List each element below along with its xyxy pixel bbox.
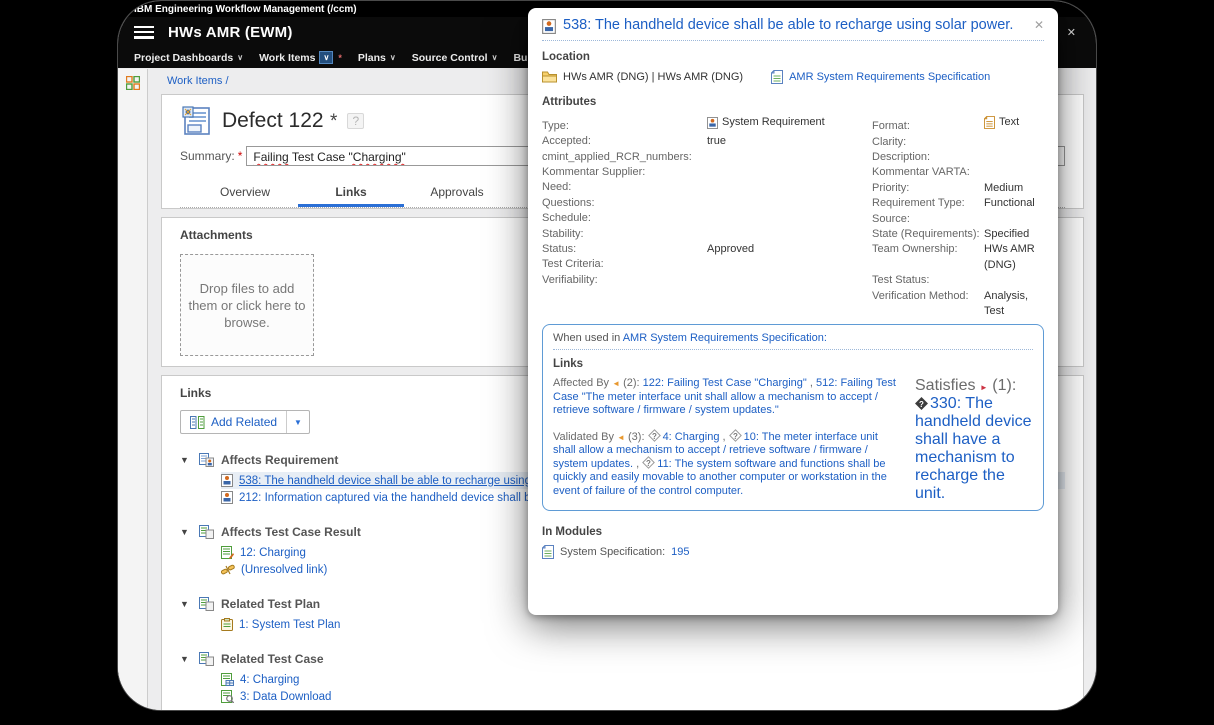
chevron-down-icon: ∨ — [237, 53, 243, 62]
in-modules-heading: In Modules — [542, 526, 1044, 538]
requirement-icon — [542, 19, 556, 34]
test-case-result-icon — [221, 546, 234, 559]
test-case-group-icon — [199, 652, 214, 666]
test-plan-group-icon — [199, 597, 214, 611]
attributes-grid: Type: System Requirement Accepted:true c… — [542, 115, 1044, 319]
broken-link-icon — [221, 564, 235, 576]
satisfies-links: Satisfies ► (1): ?330: The handheld devi… — [915, 377, 1033, 503]
collapse-twisty-icon[interactable]: ▼ — [180, 654, 192, 664]
popup-title-link[interactable]: 538: The handheld device shall be able t… — [563, 16, 1027, 35]
tab-overview[interactable]: Overview — [192, 179, 298, 207]
location-path: HWs AMR (DNG) | HWs AMR (DNG) — [563, 71, 743, 83]
popup-links-heading: Links — [553, 358, 1033, 370]
suspect-link-icon: ? — [642, 456, 655, 469]
attributes-heading: Attributes — [542, 96, 1044, 108]
workitem-title: Defect 122 — [222, 109, 324, 132]
document-icon — [542, 545, 554, 559]
defect-icon — [180, 105, 212, 137]
when-used-spec-link[interactable]: AMR System Requirements Specification: — [623, 332, 827, 344]
summary-label: Summary: — [180, 149, 235, 163]
module-count-link[interactable]: 195 — [671, 546, 689, 558]
menu-project-dashboards[interactable]: Project Dashboards ∨ — [134, 52, 243, 64]
collapse-twisty-icon[interactable]: ▼ — [180, 455, 192, 465]
project-title: HWs AMR (EWM) — [168, 24, 293, 41]
close-icon[interactable]: ✕ — [1034, 18, 1044, 32]
requirement-icon — [221, 491, 233, 504]
chevron-down-icon: ∨ — [492, 53, 498, 62]
test-case-search-icon — [221, 690, 234, 703]
apps-grid-icon[interactable] — [126, 76, 140, 90]
group-label: Related Test Case — [221, 652, 324, 666]
group-label: Affects Test Case Result — [221, 525, 361, 539]
collapse-twisty-icon[interactable]: ▼ — [180, 527, 192, 537]
menu-plans[interactable]: Plans ∨ — [358, 52, 396, 64]
window-close-icon[interactable]: ✕ — [1067, 26, 1076, 39]
satisfies-link-1[interactable]: 330: The handheld device shall have a me… — [915, 395, 1032, 502]
location-spec-link[interactable]: AMR System Requirements Specification — [789, 71, 990, 83]
module-name: System Specification: — [560, 546, 665, 558]
affects-requirement-group-icon — [199, 453, 214, 467]
add-related-button[interactable]: Add Related ▼ — [180, 410, 310, 434]
system-requirement-icon — [707, 117, 718, 129]
location-heading: Location — [542, 51, 1044, 63]
link-group-related-test-case: ▼ Related Test Case — [180, 652, 1065, 705]
add-related-dropdown-caret-icon[interactable]: ▼ — [286, 411, 309, 433]
incoming-link-arrow-icon: ◄ — [612, 379, 620, 388]
requirement-hover-popup: 538: The handheld device shall be able t… — [528, 8, 1058, 615]
tab-links[interactable]: Links — [298, 179, 404, 207]
side-rail — [118, 69, 148, 710]
link-item[interactable]: 4: Charging — [221, 671, 1065, 688]
modified-indicator: * — [330, 111, 337, 132]
group-label: Related Test Plan — [221, 597, 320, 611]
link-item[interactable]: 1: System Test Plan — [221, 616, 1065, 633]
suspect-link-icon: ? — [729, 429, 742, 442]
test-plan-icon — [221, 618, 233, 631]
chevron-down-icon: ∨ — [390, 53, 396, 62]
when-used-in-box: When used in AMR System Requirements Spe… — [542, 324, 1044, 511]
outgoing-link-arrow-icon: ► — [980, 383, 988, 392]
link-item[interactable]: 3: Data Download — [221, 688, 1065, 705]
requirement-icon — [221, 474, 233, 487]
when-used-in-label: When used in — [553, 332, 620, 344]
text-format-icon — [984, 116, 995, 129]
suspect-link-icon: ? — [648, 429, 661, 442]
validated-by-link-1[interactable]: 4: Charging — [663, 431, 720, 443]
test-case-icon — [221, 673, 234, 686]
validated-by-links: Validated By ◄ (3): ?4: Charging , ?10: … — [553, 431, 901, 499]
module-row: System Specification: 195 — [542, 545, 1044, 559]
hamburger-menu-icon[interactable] — [134, 26, 154, 39]
divider — [542, 40, 1044, 41]
unsaved-indicator: * — [338, 53, 342, 63]
affected-by-links: Affected By ◄ (2): 122: Failing Test Cas… — [553, 377, 901, 418]
attachments-dropzone[interactable]: Drop files to add them or click here to … — [180, 254, 314, 356]
help-icon[interactable]: ? — [347, 113, 364, 129]
menu-source-control[interactable]: Source Control ∨ — [412, 52, 498, 64]
tab-approvals[interactable]: Approvals — [404, 179, 510, 207]
required-marker: * — [238, 149, 243, 163]
incoming-link-arrow-icon: ◄ — [617, 433, 625, 442]
test-case-result-group-icon — [199, 525, 214, 539]
group-label: Affects Requirement — [221, 453, 338, 467]
chevron-down-icon[interactable]: ∨ — [319, 51, 333, 64]
add-related-icon — [190, 416, 205, 429]
folder-icon — [542, 71, 557, 83]
menu-work-items[interactable]: Work Items ∨ * — [259, 51, 342, 64]
document-icon — [771, 70, 783, 84]
window-title: IBM Engineering Workflow Management (/cc… — [134, 4, 357, 15]
collapse-twisty-icon[interactable]: ▼ — [180, 599, 192, 609]
suspect-link-filled-icon: ? — [915, 398, 928, 411]
affected-by-link-1[interactable]: 122: Failing Test Case "Charging" — [643, 377, 807, 389]
